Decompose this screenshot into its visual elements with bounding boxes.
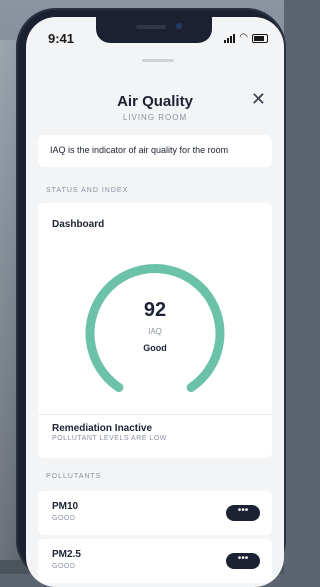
info-text: IAQ is the indicator of air quality for … [50, 145, 229, 155]
more-options-button[interactable]: ••• [226, 505, 260, 521]
info-card: IAQ is the indicator of air quality for … [38, 135, 272, 167]
room-subtitle: LIVING ROOM [122, 113, 188, 122]
iaq-value: 92 [143, 299, 167, 321]
camera [176, 23, 182, 29]
pollutant-status: GOOD [52, 563, 76, 570]
section-label-pollutants: POLLUTANTS [46, 473, 102, 480]
section-label-status: STATUS AND INDEX [46, 187, 129, 194]
close-icon[interactable]: ✕ [251, 89, 266, 110]
pollutant-name: PM10 [52, 501, 79, 512]
wifi-icon: ◠ [239, 32, 248, 43]
signal-icon [224, 34, 236, 43]
page-title: Air Quality [117, 93, 193, 110]
battery-icon [252, 34, 268, 43]
phone-screen: 9:41 ◠ Air Quality LIVING ROOM ✕ IAQ is … [26, 17, 284, 587]
notch [96, 17, 212, 43]
pollutant-item-pm10[interactable]: PM10 GOOD ••• [38, 491, 272, 535]
iaq-unit: IAQ [148, 327, 162, 336]
pollutant-name: PM2.5 [52, 549, 81, 560]
dashboard-title: Dashboard [52, 219, 105, 230]
pollutant-status: GOOD [52, 515, 76, 522]
iaq-gauge [85, 263, 225, 392]
sheet-handle[interactable] [142, 59, 174, 62]
more-options-button[interactable]: ••• [226, 553, 260, 569]
dashboard-card: Dashboard 92 IAQ Good Remediation Inacti… [38, 203, 272, 458]
divider [38, 414, 272, 415]
iaq-status: Good [143, 343, 167, 353]
pollutant-item-pm25[interactable]: PM2.5 GOOD ••• [38, 539, 272, 583]
remediation-title: Remediation Inactive [52, 423, 153, 434]
speaker-grille [136, 25, 166, 29]
remediation-subtitle: POLLUTANT LEVELS ARE LOW [52, 435, 167, 442]
status-icons: ◠ [224, 33, 268, 43]
status-time: 9:41 [48, 31, 75, 46]
